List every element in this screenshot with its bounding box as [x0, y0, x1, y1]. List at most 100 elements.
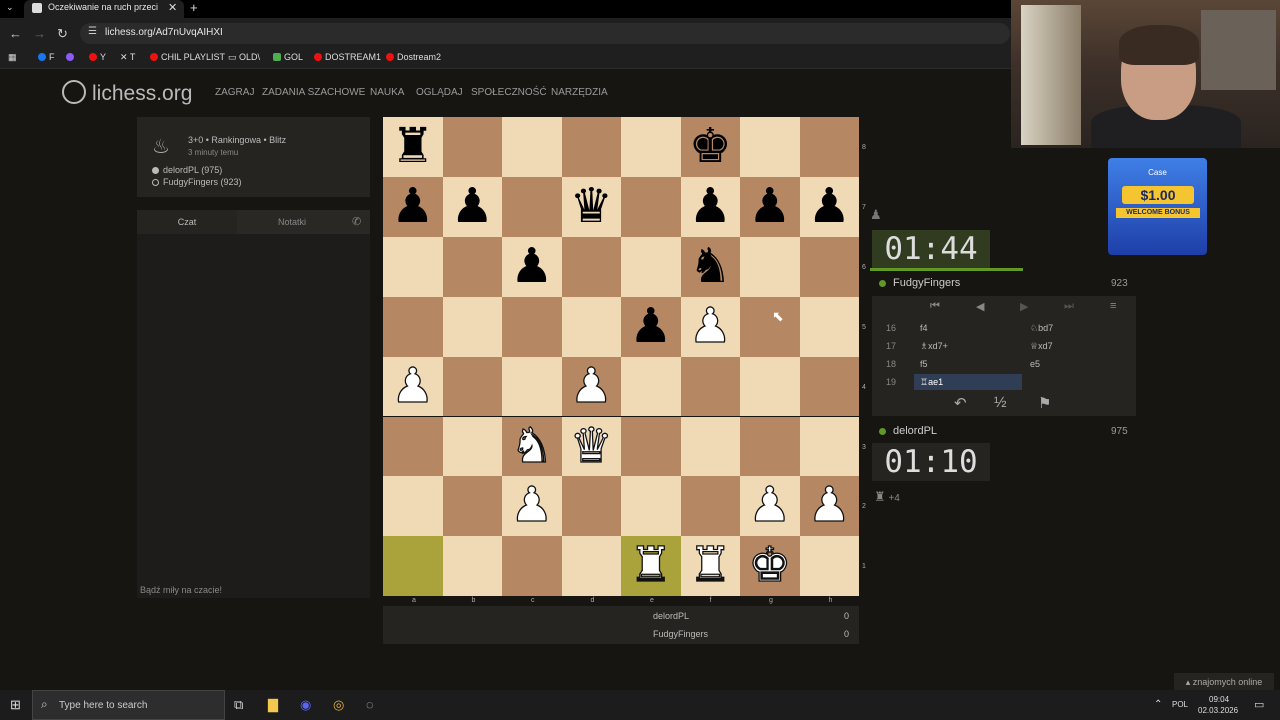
apps-icon[interactable]: ▦ — [8, 52, 17, 63]
nav-watch[interactable]: OGLĄDAJ — [416, 87, 463, 98]
bookmark-item[interactable]: Y — [89, 52, 106, 62]
square-g3[interactable] — [740, 416, 800, 477]
square-a2[interactable] — [383, 476, 443, 537]
tray-expand-icon[interactable]: ⌃ — [1154, 699, 1162, 710]
bookmark-folder[interactable]: ▭ OLD\ — [228, 52, 260, 63]
black-pawn-icon[interactable]: ♟ — [502, 237, 562, 297]
obs-icon[interactable]: ◌ — [366, 697, 374, 712]
friends-online-button[interactable]: ▴ znajomych online — [1174, 673, 1274, 691]
nav-learn[interactable]: NAUKA — [370, 87, 404, 98]
bookmark-item[interactable] — [66, 52, 77, 62]
square-c7[interactable] — [502, 176, 562, 237]
white-pawn-icon[interactable]: ♟ — [740, 476, 800, 536]
square-b5[interactable] — [442, 296, 502, 357]
square-a6[interactable] — [383, 236, 443, 297]
site-logo[interactable]: lichess.org — [62, 80, 192, 106]
bookmark-item[interactable]: GOL — [273, 52, 303, 62]
chrome-icon[interactable]: ◎ — [333, 697, 344, 713]
white-move[interactable]: ♗xd7+ — [920, 341, 948, 352]
bookmark-item[interactable]: CHIL PLAYLIST — [150, 52, 225, 62]
nav-puzzles[interactable]: ZADANIA SZACHOWE — [262, 87, 365, 98]
square-c1[interactable] — [502, 536, 562, 597]
square-c5[interactable] — [502, 296, 562, 357]
square-c8[interactable] — [502, 117, 562, 177]
square-e6[interactable] — [621, 236, 681, 297]
language-indicator[interactable]: POL — [1172, 700, 1188, 709]
square-e4[interactable] — [621, 356, 681, 417]
player-name[interactable]: delordPL — [893, 425, 937, 437]
white-rook-icon[interactable]: ♜ — [621, 536, 681, 596]
back-icon[interactable]: ← — [9, 26, 22, 41]
square-h5[interactable] — [799, 296, 859, 357]
white-rook-icon[interactable]: ♜ — [681, 536, 741, 596]
white-pawn-icon[interactable]: ♟ — [800, 476, 860, 536]
next-move-icon[interactable]: ▶ — [1020, 300, 1028, 313]
square-f3[interactable] — [680, 416, 740, 477]
square-a3[interactable] — [383, 416, 443, 477]
taskbar-search[interactable]: ⌕ Type here to search — [32, 690, 225, 720]
square-d8[interactable] — [561, 117, 621, 177]
square-e2[interactable] — [621, 476, 681, 537]
white-pawn-icon[interactable]: ♟ — [681, 297, 741, 357]
black-player-entry[interactable]: FudgyFingers (923) — [152, 177, 242, 187]
black-pawn-icon[interactable]: ♟ — [383, 177, 443, 237]
nav-play[interactable]: ZAGRAJ — [215, 87, 254, 98]
square-f4[interactable] — [680, 356, 740, 417]
new-tab-button[interactable]: + — [190, 0, 198, 15]
prev-move-icon[interactable]: ◀ — [976, 300, 984, 313]
square-a5[interactable] — [383, 296, 443, 357]
square-h8[interactable] — [799, 117, 859, 177]
clock-date[interactable]: 02.03.2026 — [1198, 706, 1238, 715]
square-c4[interactable] — [502, 356, 562, 417]
square-b4[interactable] — [442, 356, 502, 417]
forward-icon[interactable]: → — [33, 26, 46, 41]
resign-flag-icon[interactable]: ⚑ — [1038, 394, 1051, 412]
square-a1[interactable] — [383, 536, 443, 597]
bookmark-item[interactable]: F — [38, 52, 55, 62]
black-pawn-icon[interactable]: ♟ — [681, 177, 741, 237]
current-move[interactable]: ♖ae1 — [914, 374, 1022, 390]
black-king-icon[interactable]: ♚ — [681, 117, 741, 177]
windows-start-icon[interactable]: ⊞ — [10, 697, 21, 713]
discord-icon[interactable]: ◉ — [300, 697, 311, 713]
phone-icon[interactable]: ✆ — [352, 215, 361, 228]
black-knight-icon[interactable]: ♞ — [681, 237, 741, 297]
square-g5[interactable] — [740, 296, 800, 357]
chat-input[interactable]: Bądź miły na czacie! — [140, 585, 222, 595]
bookmark-item[interactable]: ✕ T — [120, 52, 135, 63]
opponent-name[interactable]: FudgyFingers — [893, 277, 960, 289]
nav-tools[interactable]: NARZĘDZIA — [551, 87, 608, 98]
chess-board[interactable]: ♜ ♚ ♟ ♟ ♛ ♟ ♟ ♟ ♟ ♞ ♟ ♟ ♟ ♟ ♞ ♛ ♟ ♟ ♟ ♜ ♜ ♚ — [383, 117, 860, 597]
square-e8[interactable] — [621, 117, 681, 177]
white-player-entry[interactable]: delordPL (975) — [152, 165, 222, 175]
first-move-icon[interactable]: ⏮ — [930, 300, 940, 313]
black-move[interactable]: e5 — [1030, 359, 1040, 369]
square-e3[interactable] — [621, 416, 681, 477]
black-move[interactable]: ♘bd7 — [1030, 323, 1053, 334]
browser-tab[interactable]: Oczekiwanie na ruch przeciwnika ✕ — [24, 0, 184, 18]
square-b2[interactable] — [442, 476, 502, 537]
white-pawn-icon[interactable]: ♟ — [562, 357, 622, 417]
square-h6[interactable] — [799, 236, 859, 297]
square-b6[interactable] — [442, 236, 502, 297]
file-explorer-icon[interactable]: ▇ — [268, 697, 278, 713]
bookmark-item[interactable]: Dostream2 — [386, 52, 441, 62]
black-pawn-icon[interactable]: ♟ — [621, 297, 681, 357]
tab-notes[interactable]: Notatki — [237, 210, 347, 234]
square-d1[interactable] — [561, 536, 621, 597]
takeback-icon[interactable]: ↶ — [954, 394, 967, 412]
square-h1[interactable] — [799, 536, 859, 597]
square-h4[interactable] — [799, 356, 859, 417]
white-move[interactable]: f4 — [920, 323, 928, 333]
square-g4[interactable] — [740, 356, 800, 417]
white-pawn-icon[interactable]: ♟ — [502, 476, 562, 536]
site-info-icon[interactable]: ☰ — [88, 26, 97, 37]
nav-community[interactable]: SPOŁECZNOŚĆ — [471, 87, 547, 98]
white-knight-icon[interactable]: ♞ — [502, 417, 562, 477]
square-g6[interactable] — [740, 236, 800, 297]
square-e7[interactable] — [621, 176, 681, 237]
tab-search-icon[interactable]: ⌄ — [6, 2, 14, 13]
square-d6[interactable] — [561, 236, 621, 297]
black-move[interactable]: ♕xd7 — [1030, 341, 1053, 352]
white-pawn-icon[interactable]: ♟ — [383, 357, 443, 417]
